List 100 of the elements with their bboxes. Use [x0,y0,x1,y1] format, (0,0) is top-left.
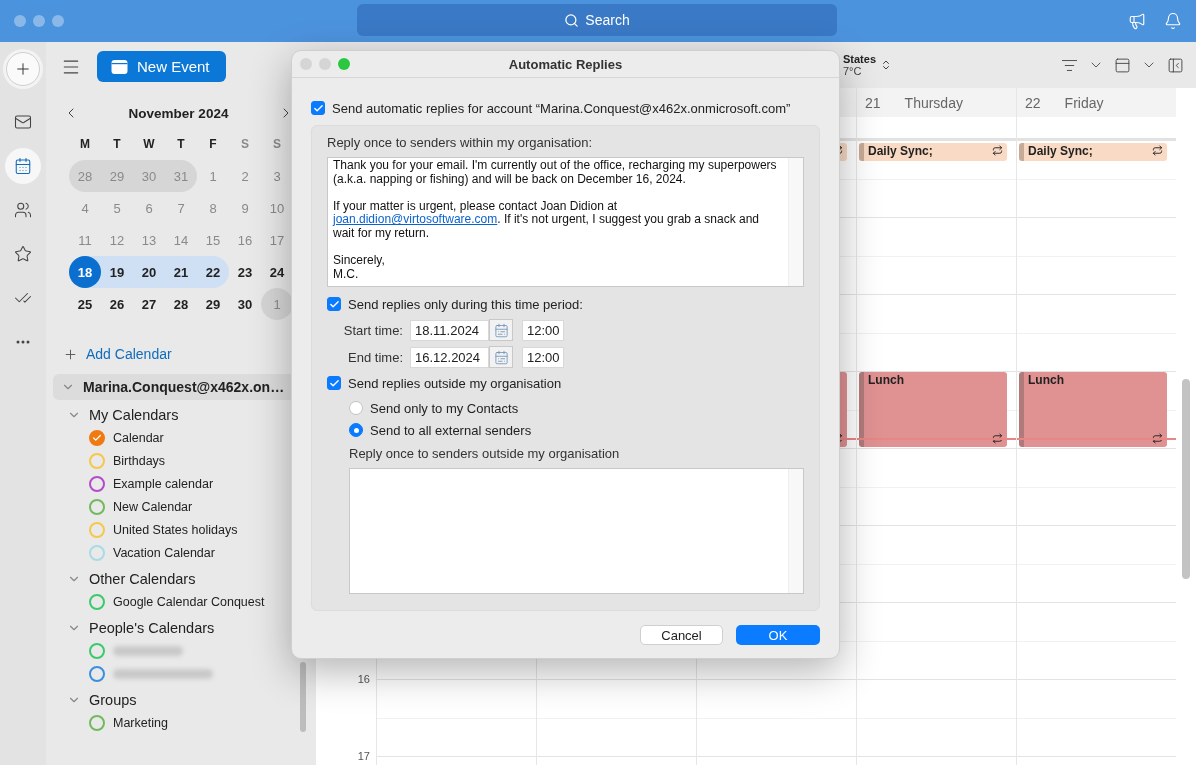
day-name: Thursday [904,94,963,111]
weekday-label: T [112,136,122,153]
weekday-label: F [208,136,218,153]
calendar-day[interactable]: 18 [69,256,101,288]
calendar-day[interactable]: 25 [69,288,101,320]
checkbox[interactable] [327,376,341,390]
calendar-day[interactable]: 20 [133,256,165,288]
time-field[interactable]: 12:00 [522,319,564,341]
hour-label: 17 [357,750,370,762]
ok-button[interactable]: OK [736,625,820,645]
day-number: 21 [865,94,881,111]
checkmark-icon [312,102,324,114]
calendar-group-header[interactable]: Groups [53,689,137,711]
add-calendar-link[interactable]: Add Calendar [63,346,172,362]
calendar-toggle[interactable] [89,475,105,492]
calendar-toggle[interactable] [89,714,105,731]
calendar-day[interactable]: 22 [197,256,229,288]
radio-button[interactable] [349,401,363,415]
calendar-day[interactable]: 23 [229,256,261,288]
checkbox[interactable] [327,297,341,311]
notifications-icon[interactable] [1164,12,1182,30]
time-label: End time: [347,349,404,365]
search-icon [564,12,580,28]
calendar-icon [14,157,32,175]
plus-icon [14,60,32,78]
time-field[interactable]: 12:00 [522,346,564,368]
calendar-toggle[interactable] [89,429,105,446]
calendar-name[interactable]: Google Calendar Conquest [113,594,265,609]
message-paragraph: If your matter is urgent, please contact Joan Didion at joan.didion@virtosoftware.com. If it's not urgent, I suggest you grab a snack and wait for my return. [333,199,761,241]
calendar-day[interactable]: 26 [101,288,133,320]
dialog-title: Automatic Replies [508,56,623,72]
calendar-toggle[interactable] [89,642,105,659]
radio-button[interactable] [349,423,363,437]
zoom-button[interactable] [338,58,350,70]
more-icon [16,340,30,344]
cancel-button[interactable]: Cancel [640,625,723,645]
window-control[interactable] [33,15,45,27]
window-control[interactable] [14,15,26,27]
checkbox[interactable] [311,101,325,115]
scrollbar-thumb[interactable] [1182,379,1190,579]
calendar-toggle[interactable] [89,593,105,610]
calendar-toggle[interactable] [89,665,105,682]
field-label: Reply once to senders outside my organisation [349,446,621,461]
external-message-field[interactable] [349,468,804,594]
star-icon [14,245,32,263]
calendar-day[interactable]: 27 [133,288,165,320]
date-field[interactable]: 18.11.2024 [410,319,489,341]
time-label: Start time: [342,322,404,338]
calendar-group-header[interactable]: My Calendars [53,404,179,426]
event-title: Lunch [1028,373,1064,387]
calendar-button[interactable] [5,148,41,184]
calendar-icon [493,349,509,365]
search-field[interactable]: Search [357,4,837,36]
message-paragraph: Thank you for your email. I'm currently out of the office, recharging my superpowers (a.k.a. napping or fishing) and will be back on December 16, 2024. [333,159,778,187]
calendar-day[interactable]: 21 [165,256,197,288]
hour-label: 16 [357,673,370,685]
megaphone-icon[interactable] [1128,12,1146,30]
event-block[interactable]: Daily Sync; [859,143,1007,161]
view-icon[interactable] [1114,56,1131,74]
day-number: 22 [1025,94,1041,111]
day-name: Friday [1064,94,1104,111]
calendar-day[interactable]: 24 [261,256,293,288]
people-icon [14,201,32,219]
window-control[interactable] [52,15,64,27]
event-block[interactable]: Lunch [859,372,1007,447]
calendar-name[interactable]: Vacation Calendar [113,545,215,560]
calendar-name[interactable]: Calendar [113,430,164,445]
location-name: States [843,53,877,65]
calendar-name[interactable]: United States holidays [113,522,238,537]
message-paragraph: Sincerely, M.C. [333,254,386,282]
new-event-button[interactable]: New Event [97,51,226,82]
calendar-name[interactable]: Example calendar [113,476,214,491]
weekday-label: S [272,136,282,153]
plus-icon [63,346,78,362]
reply-message-field[interactable] [327,157,804,287]
calendar-name[interactable]: New Calendar [113,499,193,514]
event-block[interactable]: Daily Sync; [1019,143,1167,161]
add-button[interactable] [6,52,40,86]
calendar-name[interactable]: Birthdays [113,453,166,468]
temperature: 7°C [843,65,863,77]
calendar-toggle[interactable] [89,521,105,538]
calendar-day[interactable]: 30 [229,288,261,320]
scrollbar-thumb[interactable] [300,662,306,732]
date-picker-button[interactable] [489,319,513,341]
calendar-toggle[interactable] [89,498,105,515]
event-title: Daily Sync; [1028,144,1093,158]
calendar-group-header[interactable]: People's Calendars [53,617,215,639]
calendar-icon [111,58,128,75]
calendar-icon [493,322,509,338]
calendar-name[interactable]: Marketing [113,715,168,730]
calendar-day[interactable]: 29 [197,288,229,320]
calendar-group-header[interactable]: Other Calendars [53,568,196,590]
calendar-day[interactable]: 28 [165,288,197,320]
panel-icon[interactable] [1167,56,1184,74]
date-picker-button[interactable] [489,346,513,368]
radio-label: Send to all external senders [370,422,532,438]
calendar-day[interactable]: 19 [101,256,133,288]
date-field[interactable]: 16.12.2024 [410,346,489,368]
event-block[interactable]: Lunch [1019,372,1167,447]
calendar-toggle[interactable] [89,452,105,469]
